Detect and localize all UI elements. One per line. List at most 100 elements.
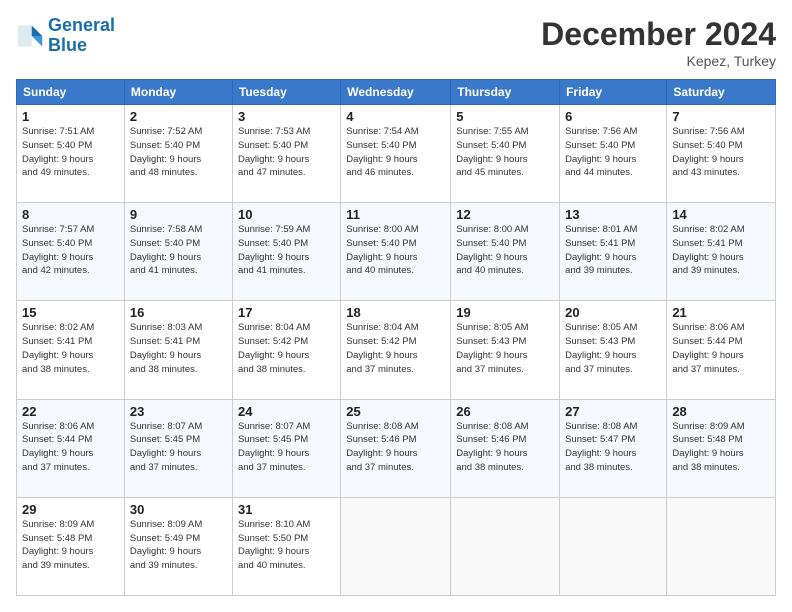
day-number: 1 — [22, 109, 119, 124]
day-number: 2 — [130, 109, 227, 124]
day-number: 31 — [238, 502, 335, 517]
day-number: 21 — [672, 305, 770, 320]
day-cell: 15Sunrise: 8:02 AM Sunset: 5:41 PM Dayli… — [17, 301, 125, 399]
day-number: 24 — [238, 404, 335, 419]
day-info: Sunrise: 7:58 AM Sunset: 5:40 PM Dayligh… — [130, 223, 227, 278]
day-number: 30 — [130, 502, 227, 517]
day-cell: 6Sunrise: 7:56 AM Sunset: 5:40 PM Daylig… — [560, 105, 667, 203]
day-info: Sunrise: 7:57 AM Sunset: 5:40 PM Dayligh… — [22, 223, 119, 278]
day-info: Sunrise: 8:00 AM Sunset: 5:40 PM Dayligh… — [346, 223, 445, 278]
day-number: 8 — [22, 207, 119, 222]
day-number: 10 — [238, 207, 335, 222]
day-info: Sunrise: 8:08 AM Sunset: 5:46 PM Dayligh… — [456, 420, 554, 475]
day-number: 7 — [672, 109, 770, 124]
weekday-friday: Friday — [560, 80, 667, 105]
day-info: Sunrise: 7:52 AM Sunset: 5:40 PM Dayligh… — [130, 125, 227, 180]
day-cell: 22Sunrise: 8:06 AM Sunset: 5:44 PM Dayli… — [17, 399, 125, 497]
day-cell: 24Sunrise: 8:07 AM Sunset: 5:45 PM Dayli… — [232, 399, 340, 497]
weekday-monday: Monday — [124, 80, 232, 105]
day-number: 4 — [346, 109, 445, 124]
day-info: Sunrise: 7:53 AM Sunset: 5:40 PM Dayligh… — [238, 125, 335, 180]
day-number: 29 — [22, 502, 119, 517]
day-cell: 14Sunrise: 8:02 AM Sunset: 5:41 PM Dayli… — [667, 203, 776, 301]
logo: General Blue — [16, 16, 115, 56]
day-cell: 11Sunrise: 8:00 AM Sunset: 5:40 PM Dayli… — [341, 203, 451, 301]
week-row-2: 8Sunrise: 7:57 AM Sunset: 5:40 PM Daylig… — [17, 203, 776, 301]
weekday-sunday: Sunday — [17, 80, 125, 105]
day-cell: 21Sunrise: 8:06 AM Sunset: 5:44 PM Dayli… — [667, 301, 776, 399]
day-number: 9 — [130, 207, 227, 222]
day-info: Sunrise: 7:56 AM Sunset: 5:40 PM Dayligh… — [565, 125, 661, 180]
logo-icon — [16, 22, 44, 50]
day-info: Sunrise: 8:05 AM Sunset: 5:43 PM Dayligh… — [565, 321, 661, 376]
day-number: 11 — [346, 207, 445, 222]
day-number: 19 — [456, 305, 554, 320]
day-cell: 20Sunrise: 8:05 AM Sunset: 5:43 PM Dayli… — [560, 301, 667, 399]
day-number: 6 — [565, 109, 661, 124]
week-row-1: 1Sunrise: 7:51 AM Sunset: 5:40 PM Daylig… — [17, 105, 776, 203]
day-info: Sunrise: 7:55 AM Sunset: 5:40 PM Dayligh… — [456, 125, 554, 180]
day-info: Sunrise: 8:09 AM Sunset: 5:49 PM Dayligh… — [130, 518, 227, 573]
day-cell: 25Sunrise: 8:08 AM Sunset: 5:46 PM Dayli… — [341, 399, 451, 497]
day-cell: 4Sunrise: 7:54 AM Sunset: 5:40 PM Daylig… — [341, 105, 451, 203]
day-info: Sunrise: 8:08 AM Sunset: 5:47 PM Dayligh… — [565, 420, 661, 475]
day-cell — [451, 497, 560, 595]
week-row-4: 22Sunrise: 8:06 AM Sunset: 5:44 PM Dayli… — [17, 399, 776, 497]
week-row-3: 15Sunrise: 8:02 AM Sunset: 5:41 PM Dayli… — [17, 301, 776, 399]
logo-line2: Blue — [48, 36, 115, 56]
logo-text: General Blue — [48, 16, 115, 56]
day-number: 17 — [238, 305, 335, 320]
day-info: Sunrise: 7:59 AM Sunset: 5:40 PM Dayligh… — [238, 223, 335, 278]
day-number: 15 — [22, 305, 119, 320]
day-info: Sunrise: 7:54 AM Sunset: 5:40 PM Dayligh… — [346, 125, 445, 180]
week-row-5: 29Sunrise: 8:09 AM Sunset: 5:48 PM Dayli… — [17, 497, 776, 595]
day-info: Sunrise: 8:00 AM Sunset: 5:40 PM Dayligh… — [456, 223, 554, 278]
day-info: Sunrise: 8:07 AM Sunset: 5:45 PM Dayligh… — [130, 420, 227, 475]
day-number: 5 — [456, 109, 554, 124]
day-cell: 27Sunrise: 8:08 AM Sunset: 5:47 PM Dayli… — [560, 399, 667, 497]
day-cell: 29Sunrise: 8:09 AM Sunset: 5:48 PM Dayli… — [17, 497, 125, 595]
day-cell: 18Sunrise: 8:04 AM Sunset: 5:42 PM Dayli… — [341, 301, 451, 399]
day-info: Sunrise: 8:10 AM Sunset: 5:50 PM Dayligh… — [238, 518, 335, 573]
day-cell: 2Sunrise: 7:52 AM Sunset: 5:40 PM Daylig… — [124, 105, 232, 203]
day-info: Sunrise: 8:07 AM Sunset: 5:45 PM Dayligh… — [238, 420, 335, 475]
day-number: 3 — [238, 109, 335, 124]
day-cell: 9Sunrise: 7:58 AM Sunset: 5:40 PM Daylig… — [124, 203, 232, 301]
header: General Blue December 2024 Kepez, Turkey — [16, 16, 776, 69]
month-title: December 2024 — [541, 16, 776, 53]
day-cell: 31Sunrise: 8:10 AM Sunset: 5:50 PM Dayli… — [232, 497, 340, 595]
day-cell: 8Sunrise: 7:57 AM Sunset: 5:40 PM Daylig… — [17, 203, 125, 301]
day-cell: 16Sunrise: 8:03 AM Sunset: 5:41 PM Dayli… — [124, 301, 232, 399]
day-info: Sunrise: 8:08 AM Sunset: 5:46 PM Dayligh… — [346, 420, 445, 475]
weekday-wednesday: Wednesday — [341, 80, 451, 105]
day-cell: 26Sunrise: 8:08 AM Sunset: 5:46 PM Dayli… — [451, 399, 560, 497]
day-cell: 13Sunrise: 8:01 AM Sunset: 5:41 PM Dayli… — [560, 203, 667, 301]
day-number: 27 — [565, 404, 661, 419]
day-number: 13 — [565, 207, 661, 222]
day-info: Sunrise: 8:04 AM Sunset: 5:42 PM Dayligh… — [346, 321, 445, 376]
day-cell: 1Sunrise: 7:51 AM Sunset: 5:40 PM Daylig… — [17, 105, 125, 203]
weekday-thursday: Thursday — [451, 80, 560, 105]
day-cell: 28Sunrise: 8:09 AM Sunset: 5:48 PM Dayli… — [667, 399, 776, 497]
title-area: December 2024 Kepez, Turkey — [541, 16, 776, 69]
logo-line1: General — [48, 15, 115, 35]
day-cell: 17Sunrise: 8:04 AM Sunset: 5:42 PM Dayli… — [232, 301, 340, 399]
day-info: Sunrise: 8:06 AM Sunset: 5:44 PM Dayligh… — [22, 420, 119, 475]
weekday-saturday: Saturday — [667, 80, 776, 105]
day-info: Sunrise: 8:06 AM Sunset: 5:44 PM Dayligh… — [672, 321, 770, 376]
weekday-header: SundayMondayTuesdayWednesdayThursdayFrid… — [17, 80, 776, 105]
day-cell: 19Sunrise: 8:05 AM Sunset: 5:43 PM Dayli… — [451, 301, 560, 399]
day-info: Sunrise: 8:09 AM Sunset: 5:48 PM Dayligh… — [672, 420, 770, 475]
day-cell: 23Sunrise: 8:07 AM Sunset: 5:45 PM Dayli… — [124, 399, 232, 497]
calendar-body: 1Sunrise: 7:51 AM Sunset: 5:40 PM Daylig… — [17, 105, 776, 596]
day-info: Sunrise: 8:02 AM Sunset: 5:41 PM Dayligh… — [672, 223, 770, 278]
day-info: Sunrise: 8:01 AM Sunset: 5:41 PM Dayligh… — [565, 223, 661, 278]
day-number: 22 — [22, 404, 119, 419]
day-info: Sunrise: 7:56 AM Sunset: 5:40 PM Dayligh… — [672, 125, 770, 180]
day-cell: 10Sunrise: 7:59 AM Sunset: 5:40 PM Dayli… — [232, 203, 340, 301]
day-info: Sunrise: 8:02 AM Sunset: 5:41 PM Dayligh… — [22, 321, 119, 376]
day-info: Sunrise: 7:51 AM Sunset: 5:40 PM Dayligh… — [22, 125, 119, 180]
day-number: 25 — [346, 404, 445, 419]
day-number: 23 — [130, 404, 227, 419]
calendar-table: SundayMondayTuesdayWednesdayThursdayFrid… — [16, 79, 776, 596]
